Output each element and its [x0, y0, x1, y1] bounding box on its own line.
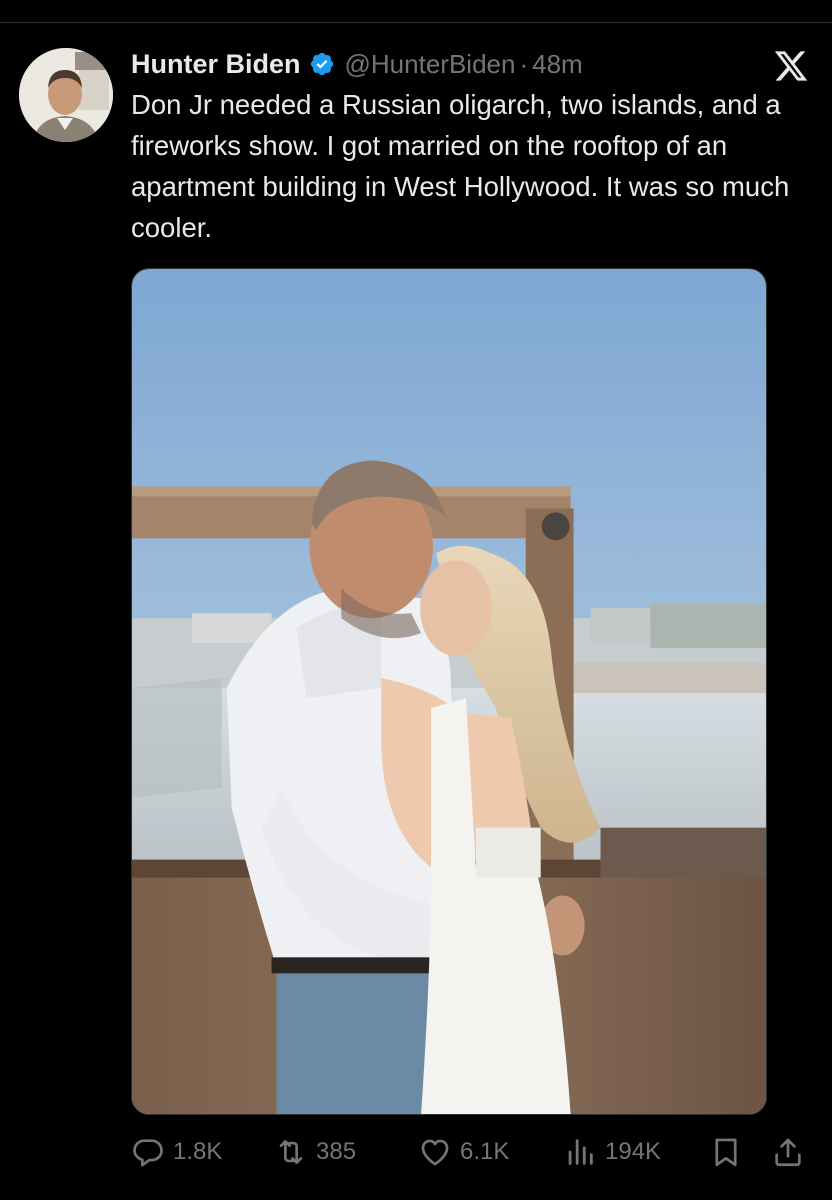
bookmark-button[interactable] — [709, 1132, 743, 1172]
tweet-actions-bar: 1.8K 385 6.1K 194K — [131, 1132, 811, 1172]
tweet-timestamp[interactable]: 48m — [532, 49, 583, 80]
header-separator: · — [519, 48, 529, 79]
top-divider — [0, 22, 832, 23]
tweet-photo[interactable] — [131, 268, 767, 1115]
reply-count: 1.8K — [173, 1138, 223, 1165]
x-logo-icon — [773, 48, 809, 84]
repost-button[interactable]: 385 — [274, 1132, 356, 1172]
reply-button[interactable]: 1.8K — [131, 1132, 222, 1172]
reply-icon — [133, 1139, 163, 1167]
verified-badge-icon — [309, 51, 335, 77]
avatar[interactable] — [19, 48, 113, 142]
view-count: 194K — [605, 1138, 662, 1165]
wedding-photo-image — [132, 269, 766, 1114]
like-button[interactable]: 6.1K — [418, 1132, 509, 1172]
tweet-header: Hunter Biden @HunterBiden · 48m — [131, 44, 583, 84]
heart-icon — [421, 1139, 449, 1166]
share-icon — [775, 1138, 801, 1167]
bookmark-icon — [715, 1138, 737, 1167]
tweet-text: Don Jr needed a Russian oligarch, two is… — [131, 89, 790, 243]
share-button[interactable] — [771, 1132, 805, 1172]
author-handle[interactable]: @HunterBiden — [345, 49, 516, 80]
author-display-name[interactable]: Hunter Biden — [131, 49, 301, 80]
views-button[interactable]: 194K — [563, 1132, 661, 1172]
views-icon — [568, 1139, 593, 1165]
repost-icon — [279, 1140, 303, 1164]
repost-count: 385 — [316, 1138, 357, 1165]
avatar-image — [19, 48, 113, 142]
like-count: 6.1K — [460, 1138, 510, 1165]
